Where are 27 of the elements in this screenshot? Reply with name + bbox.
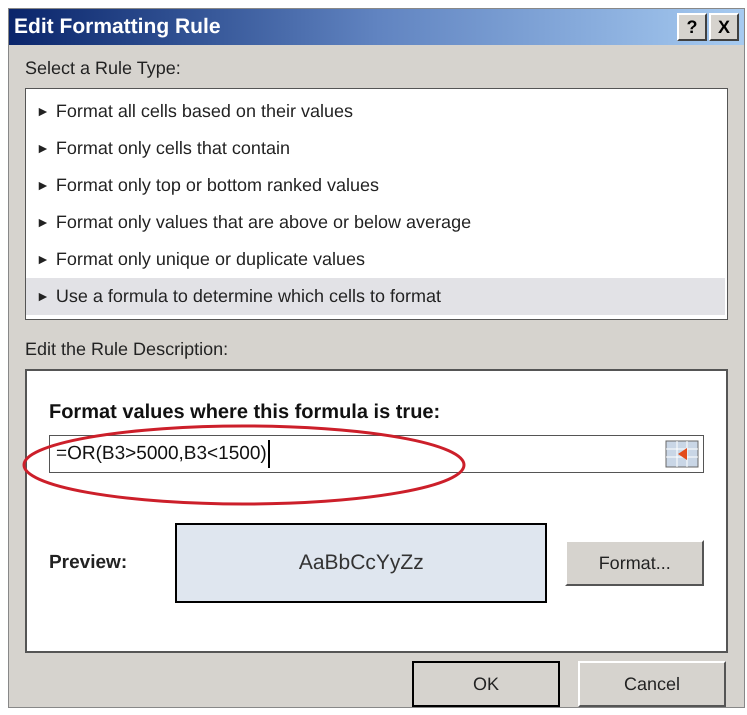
arrow-marker: ►	[36, 213, 50, 232]
rule-description-label: Edit the Rule Description:	[25, 338, 230, 361]
rule-type-text: Use a formula to determine which cells to format	[56, 285, 442, 308]
arrow-marker: ►	[36, 287, 50, 306]
arrow-marker: ►	[36, 139, 50, 158]
preview-sample: AaBbCcYyZz	[175, 523, 548, 603]
rule-type-text: Format only cells that contain	[56, 137, 290, 160]
formula-field[interactable]: =OR(B3>5000,B3<1500)	[49, 435, 704, 473]
formula-text: =OR(B3>5000,B3<1500)	[56, 440, 270, 468]
window-title: Edit Formatting Rule	[14, 14, 220, 40]
arrow-marker: ►	[36, 176, 50, 195]
formula-heading: Format values where this formula is true:	[49, 400, 442, 425]
arrow-marker: ►	[36, 102, 50, 121]
rule-type-text: Format only unique or duplicate values	[56, 248, 366, 271]
rule-type-label: Select a Rule Type:	[25, 57, 182, 80]
rule-type-text: Format only top or bottom ranked values	[56, 174, 380, 197]
close-button[interactable]: X	[709, 13, 739, 41]
rule-type-text: Format only values that are above or below average	[56, 211, 472, 234]
cancel-button[interactable]: Cancel	[578, 661, 726, 707]
ok-button[interactable]: OK	[412, 661, 560, 707]
range-picker-icon[interactable]	[665, 440, 699, 468]
rule-type-item[interactable]: ► Use a formula to determine which cells to format	[26, 278, 725, 315]
preview-label: Preview:	[49, 550, 128, 575]
format-button[interactable]: Format...	[565, 540, 704, 586]
arrow-marker: ►	[36, 250, 50, 269]
rule-type-text: Format all cells based on their values	[56, 100, 353, 123]
help-button[interactable]: ?	[677, 13, 707, 41]
